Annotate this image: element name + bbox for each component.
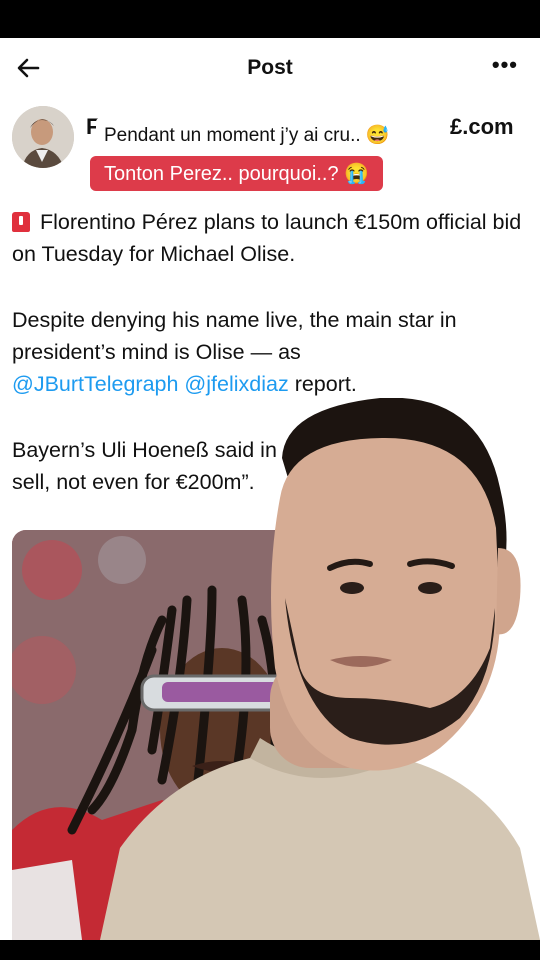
tweet-paragraph-1-text: Florentino Pérez plans to launch €150m o… xyxy=(12,210,522,266)
tweet-paragraph-2-end: report. xyxy=(294,372,357,396)
post-screen: Post ••• F £.com Pendant un moment j’y a… xyxy=(0,38,540,940)
page-title: Post xyxy=(247,56,293,79)
tweet-paragraph-1: Florentino Pérez plans to launch €150m o… xyxy=(12,206,522,270)
caption-line-2: Tonton Perez.. pourquoi..? 😭 xyxy=(90,156,384,191)
more-options-icon[interactable]: ••• xyxy=(492,52,518,78)
mention-jburttelegraph[interactable]: @JBurtTelegraph xyxy=(12,372,178,396)
top-nav: Post ••• xyxy=(0,38,540,100)
bottom-black-bar xyxy=(0,940,540,960)
top-black-bar xyxy=(0,0,540,38)
tweet-paragraph-2: Despite denying his name live, the main … xyxy=(12,304,522,400)
tweet-paragraph-2-text: Despite denying his name live, the main … xyxy=(12,308,457,364)
siren-icon xyxy=(12,212,30,232)
mention-jfelixdiaz[interactable]: @jfelixdiaz xyxy=(184,372,288,396)
presenter-overlay xyxy=(100,397,540,940)
avatar[interactable] xyxy=(12,106,74,168)
caption-line-1: Pendant un moment j’y ai cru.. 😅 xyxy=(96,118,398,152)
author-handle-suffix: £.com xyxy=(450,114,514,139)
